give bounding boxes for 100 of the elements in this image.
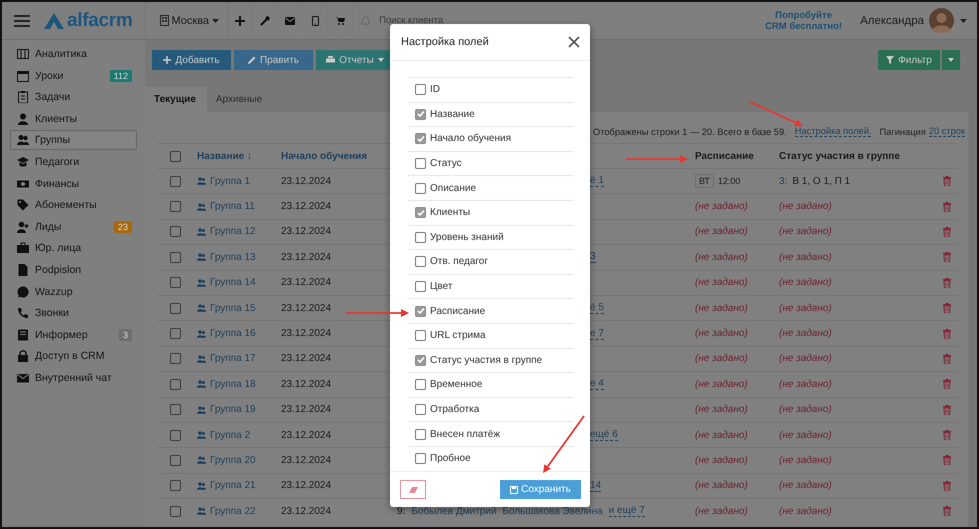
- clear-button[interactable]: [400, 480, 426, 499]
- trash-icon[interactable]: [942, 328, 950, 339]
- checkbox[interactable]: [170, 226, 180, 238]
- checkbox[interactable]: [415, 84, 426, 96]
- menu-icon[interactable]: [14, 14, 30, 26]
- sidebar-item[interactable]: Педагоги: [10, 152, 137, 172]
- checkbox[interactable]: [415, 453, 426, 464]
- checkbox[interactable]: [170, 506, 180, 517]
- checkbox[interactable]: [170, 277, 180, 288]
- sidebar-item[interactable]: Клиенты: [10, 108, 137, 129]
- group-link[interactable]: Группа 13: [210, 252, 256, 263]
- trash-icon[interactable]: [942, 455, 950, 466]
- sidebar-item[interactable]: Аналитика: [10, 44, 137, 64]
- user-name[interactable]: Александра: [860, 14, 924, 26]
- caret-icon[interactable]: [960, 18, 967, 22]
- trash-icon[interactable]: [942, 480, 950, 491]
- group-link[interactable]: Группа 15: [210, 302, 256, 314]
- cart-icon[interactable]: [335, 16, 346, 25]
- sidebar-item[interactable]: Wazzup: [10, 282, 137, 302]
- checkbox[interactable]: [415, 306, 426, 317]
- client-link[interactable]: Большакова Эвелина: [502, 506, 603, 517]
- group-link[interactable]: Группа 16: [210, 328, 256, 340]
- sidebar-item[interactable]: Задачи: [10, 87, 137, 108]
- trash-icon[interactable]: [942, 506, 950, 516]
- group-link[interactable]: Группа 22: [210, 506, 256, 517]
- trash-icon[interactable]: [942, 430, 950, 440]
- checkbox[interactable]: [415, 281, 426, 292]
- more-clients-link[interactable]: и ещё 7: [608, 505, 645, 518]
- checkbox[interactable]: [415, 379, 426, 390]
- column-header[interactable]: Название ↓: [197, 150, 252, 162]
- checkbox[interactable]: [170, 454, 180, 466]
- trash-icon[interactable]: [942, 176, 950, 186]
- checkbox[interactable]: [170, 353, 180, 364]
- checkbox[interactable]: [415, 182, 426, 194]
- checkbox[interactable]: [170, 176, 180, 187]
- checkbox[interactable]: [415, 133, 426, 144]
- close-button[interactable]: [568, 36, 580, 48]
- group-link[interactable]: Группа 19: [210, 404, 256, 416]
- checkbox[interactable]: [415, 428, 426, 440]
- checkbox[interactable]: [170, 252, 180, 263]
- group-link[interactable]: Группа 18: [210, 378, 256, 390]
- sidebar-item[interactable]: Звонки: [10, 303, 137, 324]
- branch-dropdown[interactable]: Москва: [158, 10, 222, 30]
- envelope-icon[interactable]: [285, 16, 296, 24]
- sidebar-item[interactable]: Юр. лица: [10, 238, 137, 258]
- wrench-icon[interactable]: [260, 16, 270, 26]
- group-link[interactable]: Группа 12: [210, 226, 256, 238]
- sidebar-item[interactable]: Podpislon: [10, 260, 137, 280]
- trash-icon[interactable]: [942, 252, 950, 262]
- checkbox[interactable]: [170, 328, 180, 340]
- checkbox[interactable]: [170, 302, 180, 314]
- checkbox[interactable]: [170, 430, 180, 441]
- trash-icon[interactable]: [942, 404, 950, 415]
- avatar[interactable]: [929, 8, 954, 33]
- group-link[interactable]: Группа 21: [210, 480, 256, 492]
- trash-icon[interactable]: [942, 226, 950, 237]
- group-link[interactable]: Группа 2: [210, 430, 250, 441]
- group-link[interactable]: Группа 20: [210, 454, 256, 466]
- checkbox[interactable]: [415, 232, 426, 243]
- toolbar-button[interactable]: Добавить: [152, 50, 231, 70]
- pagination-link[interactable]: 20 строк: [928, 126, 966, 137]
- trash-icon[interactable]: [942, 202, 950, 212]
- sidebar-item[interactable]: Группы: [10, 130, 137, 150]
- checkbox[interactable]: [415, 158, 426, 170]
- group-link[interactable]: Группа 17: [210, 353, 256, 364]
- column-header[interactable]: Начало обучения: [281, 150, 368, 162]
- tab[interactable]: Текущие: [145, 87, 207, 112]
- dropdown-button[interactable]: [942, 50, 960, 70]
- trash-icon[interactable]: [942, 278, 950, 288]
- tab[interactable]: Архивные: [206, 87, 274, 112]
- sidebar-item[interactable]: Информер 3: [10, 324, 137, 345]
- sidebar-item[interactable]: Абонементы: [10, 195, 137, 216]
- client-link[interactable]: Бобылев Дмитрий: [411, 506, 496, 517]
- plus-icon[interactable]: [235, 16, 246, 26]
- sidebar-item[interactable]: Лиды 23: [10, 216, 137, 237]
- sidebar-item[interactable]: Доступ в CRM: [10, 346, 137, 366]
- checkbox[interactable]: [415, 404, 426, 416]
- trash-icon[interactable]: [942, 354, 950, 364]
- sidebar-item[interactable]: Внутренний чат: [10, 368, 137, 388]
- checkbox[interactable]: [415, 256, 426, 268]
- checkbox[interactable]: [170, 378, 180, 390]
- group-link[interactable]: Группа 1: [210, 176, 250, 187]
- checkbox[interactable]: [170, 404, 180, 416]
- checkbox[interactable]: [170, 201, 180, 212]
- checkbox[interactable]: [415, 354, 426, 366]
- sidebar-item[interactable]: Финансы: [10, 174, 137, 194]
- filter-button[interactable]: Фильтр: [878, 50, 940, 70]
- checkbox[interactable]: [415, 108, 426, 120]
- save-button[interactable]: Сохранить: [500, 480, 581, 499]
- phone-icon[interactable]: [312, 16, 319, 26]
- toolbar-button[interactable]: Править: [234, 50, 313, 70]
- sidebar-item[interactable]: Уроки 112: [10, 66, 137, 86]
- group-link[interactable]: Группа 11: [210, 201, 255, 212]
- checkbox[interactable]: [170, 150, 180, 162]
- checkbox[interactable]: [170, 480, 180, 492]
- promo-link[interactable]: Попробуйте CRM бесплатно!: [765, 10, 842, 32]
- trash-icon[interactable]: [942, 379, 950, 390]
- trash-icon[interactable]: [942, 303, 950, 314]
- search-field[interactable]: Поиск клиента: [377, 12, 482, 30]
- checkbox[interactable]: [415, 330, 426, 342]
